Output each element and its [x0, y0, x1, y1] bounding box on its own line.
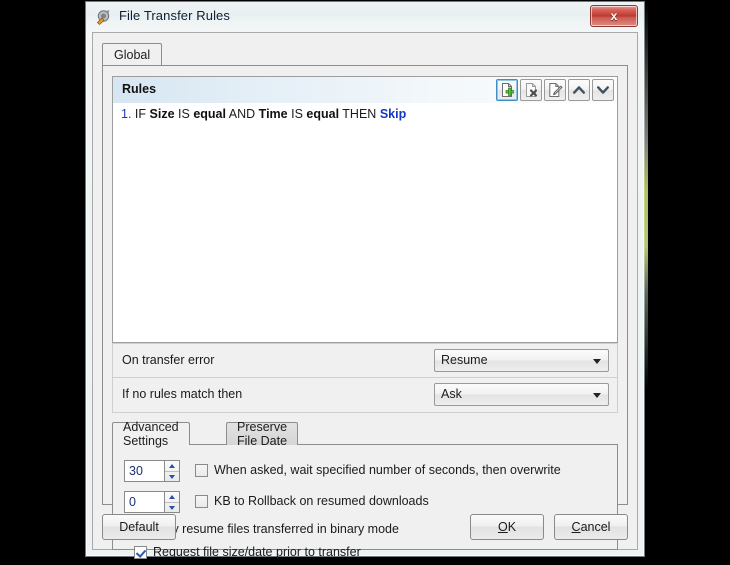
page-delete-icon: [526, 83, 538, 97]
dialog-client-area: Global Rules 1. IF Size IS equal AND Tim…: [92, 32, 638, 559]
default-button[interactable]: Default: [102, 514, 176, 540]
close-button[interactable]: x: [590, 5, 638, 27]
chevron-down-icon: [597, 86, 609, 94]
add-rule-button[interactable]: [496, 79, 518, 101]
satellite-dish-icon: [95, 9, 112, 26]
rule-number: 1.: [121, 107, 132, 121]
wait-seconds-increment[interactable]: [165, 461, 179, 472]
rollback-kb-label: KB to Rollback on resumed downloads: [214, 494, 429, 508]
rule-if-keyword: IF: [134, 107, 147, 121]
rollback-kb-increment[interactable]: [165, 492, 179, 503]
chevron-up-icon: [573, 86, 585, 94]
rules-header-label: Rules: [122, 82, 157, 96]
rollback-kb-input[interactable]: [124, 491, 164, 513]
window-frame: File Transfer Rules x Global Rules 1. IF…: [85, 1, 648, 559]
transfer-error-select[interactable]: Resume: [434, 349, 609, 372]
rollback-kb-spin-buttons[interactable]: [164, 491, 180, 513]
no-rules-match-label: If no rules match then: [122, 387, 243, 401]
tab-preserve-file-date-label: Preserve File Date: [237, 420, 288, 448]
rules-header: Rules: [113, 77, 617, 104]
wait-seconds-checkbox[interactable]: [195, 464, 208, 477]
dialog-footer: Default OK Cancel: [102, 514, 628, 540]
list-item[interactable]: 1. IF Size IS equal AND Time IS equal TH…: [113, 103, 617, 122]
triangle-up-icon: [169, 495, 175, 499]
rule-field-2: Time: [258, 107, 288, 121]
wait-seconds-spin-buttons[interactable]: [164, 460, 180, 482]
triangle-down-icon: [169, 506, 175, 510]
rule-action: Skip: [379, 107, 407, 121]
rule-value-2: equal: [306, 107, 340, 121]
rules-toolbar: [496, 79, 614, 101]
rule-then-keyword: THEN: [342, 107, 377, 121]
close-icon: x: [610, 9, 618, 23]
chevron-down-icon: [593, 393, 601, 398]
no-rules-match-value: Ask: [441, 387, 462, 401]
tab-global-label: Global: [114, 48, 151, 62]
ok-button[interactable]: OK: [470, 514, 544, 540]
move-up-button[interactable]: [568, 79, 590, 101]
rule-is-keyword-2: IS: [291, 107, 303, 121]
delete-rule-button[interactable]: [520, 79, 542, 101]
no-rules-match-select[interactable]: Ask: [434, 383, 609, 406]
transfer-error-value: Resume: [441, 353, 488, 367]
tab-advanced-settings-label: Advanced Settings: [123, 420, 179, 448]
title-bar[interactable]: File Transfer Rules x: [86, 2, 644, 32]
option-row-no-rules-match: If no rules match then Ask: [112, 378, 618, 413]
rollback-kb-checkbox[interactable]: [195, 495, 208, 508]
tab-strip: Global: [102, 43, 628, 66]
rule-field-1: Size: [149, 107, 175, 121]
cancel-button[interactable]: Cancel: [554, 514, 628, 540]
rules-list[interactable]: 1. IF Size IS equal AND Time IS equal TH…: [113, 103, 617, 342]
rollback-kb-stepper[interactable]: [124, 491, 180, 513]
tab-preserve-file-date[interactable]: Preserve File Date: [226, 420, 299, 448]
page-edit-icon: [549, 83, 563, 97]
move-down-button[interactable]: [592, 79, 614, 101]
wait-seconds-input[interactable]: [124, 460, 164, 482]
default-button-label: Default: [119, 520, 159, 534]
triangle-up-icon: [169, 464, 175, 468]
rule-is-keyword-1: IS: [178, 107, 190, 121]
tab-panel-global: Rules 1. IF Size IS equal AND Time IS eq…: [102, 65, 628, 559]
transfer-error-label: On transfer error: [122, 353, 215, 367]
option-row-transfer-error: On transfer error Resume: [112, 343, 618, 378]
wait-seconds-stepper[interactable]: [124, 460, 180, 482]
page-add-icon: [502, 83, 514, 97]
request-size-label: Request file size/date prior to transfer: [153, 545, 361, 559]
window-title: File Transfer Rules: [119, 8, 230, 23]
rollback-kb-decrement[interactable]: [165, 503, 179, 513]
wait-seconds-decrement[interactable]: [165, 472, 179, 482]
rule-joiner: AND: [228, 107, 256, 121]
cancel-button-label: Cancel: [571, 520, 611, 534]
rule-value-1: equal: [193, 107, 226, 121]
chevron-down-icon: [593, 359, 601, 364]
window-glow-edge: [644, 2, 648, 556]
triangle-down-icon: [169, 475, 175, 479]
tab-global[interactable]: Global: [102, 43, 163, 66]
wait-seconds-label: When asked, wait specified number of sec…: [214, 463, 561, 477]
request-size-checkbox[interactable]: [134, 546, 147, 559]
edit-rule-button[interactable]: [544, 79, 566, 101]
ok-button-label: OK: [497, 520, 517, 534]
tab-advanced-settings[interactable]: Advanced Settings: [112, 420, 190, 448]
rules-group: Rules 1. IF Size IS equal AND Time IS eq…: [112, 76, 618, 343]
